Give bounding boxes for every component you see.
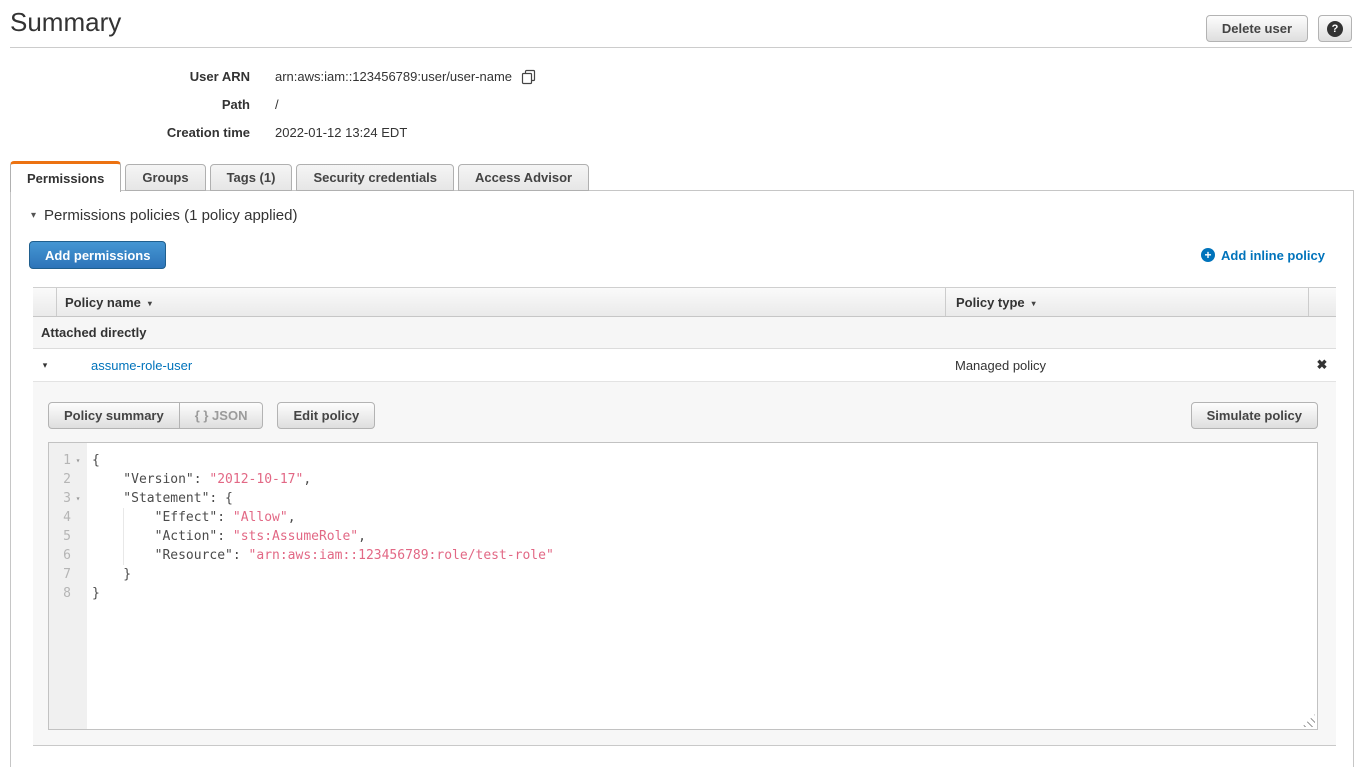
policy-type-cell: Managed policy bbox=[945, 349, 1308, 381]
gutter-line: 6▾ bbox=[49, 546, 87, 565]
path-label: Path bbox=[0, 97, 250, 112]
gutter-line: 5▾ bbox=[49, 527, 87, 546]
code-line: "Resource": "arn:aws:iam::123456789:role… bbox=[92, 546, 1317, 565]
add-inline-policy-link[interactable]: + Add inline policy bbox=[1201, 248, 1325, 263]
code-line: } bbox=[92, 584, 1317, 603]
header-actions: Delete user ? bbox=[1206, 15, 1352, 42]
detach-policy-icon[interactable]: ✖ bbox=[1317, 357, 1328, 373]
user-info-block: User ARN arn:aws:iam::123456789:user/use… bbox=[0, 62, 536, 146]
user-arn-value: arn:aws:iam::123456789:user/user-name bbox=[275, 69, 512, 84]
creation-time-row: Creation time 2022-01-12 13:24 EDT bbox=[0, 118, 536, 146]
code-line: "Statement": { bbox=[92, 489, 1317, 508]
actions-column-header bbox=[1308, 288, 1336, 316]
user-arn-row: User ARN arn:aws:iam::123456789:user/use… bbox=[0, 62, 536, 90]
json-editor[interactable]: 1▾2▾3▾4▾5▾6▾7▾8▾ { "Version": "2012-10-1… bbox=[48, 442, 1318, 730]
title-divider bbox=[10, 47, 1352, 48]
expand-column-header bbox=[33, 288, 57, 316]
policy-name-link[interactable]: assume-role-user bbox=[91, 358, 192, 373]
tab-permissions[interactable]: Permissions bbox=[10, 161, 121, 192]
help-button[interactable]: ? bbox=[1318, 15, 1352, 42]
gutter-line: 4▾ bbox=[49, 508, 87, 527]
tab-bar: Permissions Groups Tags (1) Security cre… bbox=[10, 161, 589, 191]
delete-user-button[interactable]: Delete user bbox=[1206, 15, 1308, 42]
creation-time-label: Creation time bbox=[0, 125, 250, 140]
editor-gutter: 1▾2▾3▾4▾5▾6▾7▾8▾ bbox=[49, 443, 87, 729]
json-view-button[interactable]: { } JSON bbox=[180, 402, 264, 429]
code-line: "Effect": "Allow", bbox=[92, 508, 1317, 527]
fold-caret-icon[interactable]: ▾ bbox=[71, 451, 85, 470]
collapse-caret-icon: ▾ bbox=[31, 210, 36, 221]
tab-security-credentials[interactable]: Security credentials bbox=[296, 164, 454, 191]
path-value: / bbox=[275, 97, 279, 112]
attached-directly-group-row: Attached directly bbox=[33, 317, 1336, 349]
code-line: "Version": "2012-10-17", bbox=[92, 470, 1317, 489]
policy-type-column-header[interactable]: Policy type ▾ bbox=[945, 288, 1308, 316]
gutter-line: 8▾ bbox=[49, 584, 87, 603]
user-arn-label: User ARN bbox=[0, 69, 250, 84]
policy-detail-toolbar: Policy summary { } JSON Edit policy Simu… bbox=[48, 402, 1318, 429]
edit-policy-button[interactable]: Edit policy bbox=[277, 402, 375, 429]
code-line: "Action": "sts:AssumeRole", bbox=[92, 527, 1317, 546]
simulate-policy-button[interactable]: Simulate policy bbox=[1191, 402, 1318, 429]
row-expand-caret-icon[interactable]: ▾ bbox=[43, 360, 48, 371]
permissions-policies-section-toggle[interactable]: ▾ Permissions policies (1 policy applied… bbox=[31, 207, 1353, 224]
policy-summary-button[interactable]: Policy summary bbox=[48, 402, 180, 429]
question-icon: ? bbox=[1327, 21, 1343, 37]
permissions-tab-panel: ▾ Permissions policies (1 policy applied… bbox=[10, 190, 1354, 767]
section-title: Permissions policies (1 policy applied) bbox=[44, 207, 297, 224]
gutter-line: 2▾ bbox=[49, 470, 87, 489]
gutter-line: 7▾ bbox=[49, 565, 87, 584]
creation-time-value: 2022-01-12 13:24 EDT bbox=[275, 125, 407, 140]
policy-detail-panel: Policy summary { } JSON Edit policy Simu… bbox=[33, 382, 1336, 746]
tab-groups[interactable]: Groups bbox=[125, 164, 205, 191]
path-row: Path / bbox=[0, 90, 536, 118]
plus-icon: + bbox=[1201, 248, 1215, 262]
policy-table-row: ▾ assume-role-user Managed policy ✖ bbox=[33, 349, 1336, 382]
policy-actions-row: Add permissions + Add inline policy bbox=[29, 241, 1325, 269]
add-permissions-button[interactable]: Add permissions bbox=[29, 241, 166, 269]
policy-name-column-header[interactable]: Policy name ▾ bbox=[57, 288, 945, 316]
code-line: { bbox=[92, 451, 1317, 470]
page-title: Summary bbox=[10, 7, 121, 38]
fold-caret-icon[interactable]: ▾ bbox=[71, 489, 85, 508]
tab-tags[interactable]: Tags (1) bbox=[210, 164, 293, 191]
sort-arrow-icon: ▾ bbox=[148, 299, 152, 308]
attached-policies-table: Policy name ▾ Policy type ▾ Attached dir… bbox=[33, 287, 1336, 746]
sort-arrow-icon: ▾ bbox=[1032, 299, 1036, 308]
gutter-line: 1▾ bbox=[49, 451, 87, 470]
code-line: } bbox=[92, 565, 1317, 584]
editor-code-area[interactable]: { "Version": "2012-10-17", "Statement": … bbox=[87, 443, 1317, 729]
gutter-line: 3▾ bbox=[49, 489, 87, 508]
copy-icon[interactable] bbox=[521, 69, 536, 85]
tab-access-advisor[interactable]: Access Advisor bbox=[458, 164, 589, 191]
table-header-row: Policy name ▾ Policy type ▾ bbox=[33, 287, 1336, 317]
